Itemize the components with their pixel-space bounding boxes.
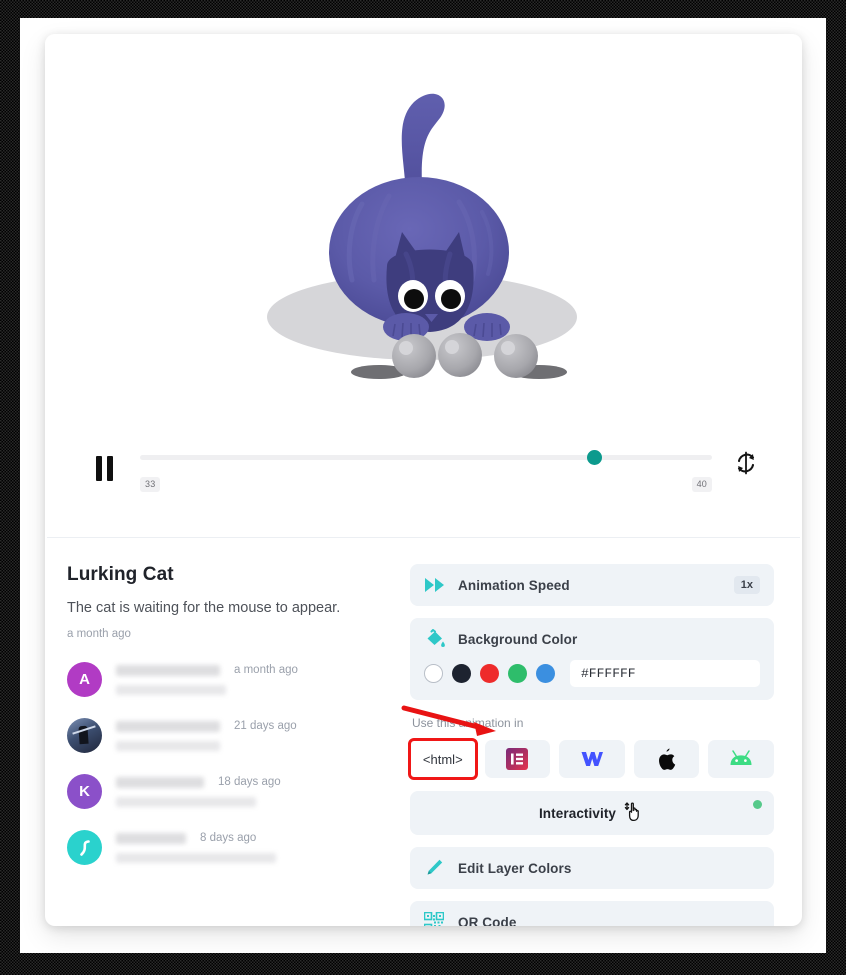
swatch-green[interactable] [508, 664, 527, 683]
interactivity-panel: Interactivity [410, 791, 774, 835]
comment-content: a month ago [116, 662, 392, 695]
swatch-red[interactable] [480, 664, 499, 683]
edit-layer-colors-label: Edit Layer Colors [458, 860, 572, 876]
color-swatch-row [410, 660, 774, 687]
frame-start-label: 33 [140, 477, 161, 492]
webflow-icon [581, 752, 603, 766]
comment-body-redacted [116, 741, 220, 751]
s-curve-icon [79, 839, 90, 856]
details-column: Lurking Cat The cat is waiting for the m… [45, 564, 402, 926]
qr-code-panel: QR Code [410, 901, 774, 926]
animation-date: a month ago [67, 628, 131, 640]
comment-content: 21 days ago [116, 718, 392, 751]
background-color-label: Background Color [458, 631, 578, 647]
platform-button-webflow[interactable] [559, 740, 625, 778]
qr-code-icon [424, 912, 448, 926]
comment-body-redacted [116, 797, 256, 807]
comment-content: 18 days ago [116, 774, 392, 807]
pause-bar-left [96, 456, 102, 481]
pencil-icon [424, 858, 448, 878]
interactivity-row[interactable]: Interactivity [410, 791, 774, 835]
animation-title: Lurking Cat [67, 564, 174, 585]
avatar-initial: A [79, 671, 90, 688]
swatch-blue[interactable] [536, 664, 555, 683]
platform-row: <html> [408, 738, 774, 780]
animation-speed-panel: Animation Speed 1x [410, 564, 774, 606]
comment-author-redacted [116, 776, 204, 788]
playback-bar: 33 40 [45, 437, 802, 537]
lurking-cat-illustration [266, 93, 577, 379]
cat-stage [45, 34, 802, 437]
frame-end-label: 40 [691, 477, 712, 492]
comment-body-redacted [116, 685, 226, 695]
avatar[interactable]: K [67, 774, 102, 809]
comment-header: 21 days ago [116, 720, 392, 732]
comment-content: 8 days ago [116, 830, 392, 863]
edit-layer-colors-panel: Edit Layer Colors [410, 847, 774, 889]
swatch-white[interactable] [424, 664, 443, 683]
controls-column: Animation Speed 1x Background Color #FFF… [402, 564, 802, 926]
timeline-thumb[interactable] [587, 450, 603, 465]
platform-button-html[interactable]: <html> [408, 738, 478, 780]
card-body: Lurking Cat The cat is waiting for the m… [45, 538, 802, 926]
loop-icon[interactable] [732, 449, 760, 477]
qr-code-label: QR Code [458, 914, 517, 927]
comment-author-redacted [116, 832, 186, 844]
animation-detail-card: 33 40 Lurking Cat The cat is waiting for… [45, 34, 802, 926]
comment-time: 18 days ago [218, 776, 281, 788]
platform-button-android[interactable] [708, 740, 774, 778]
timeline-track[interactable] [140, 450, 712, 465]
hex-color-input[interactable] [570, 660, 760, 687]
comment-item: A a month ago [67, 662, 392, 697]
platform-button-apple[interactable] [633, 740, 700, 778]
avatar[interactable] [67, 718, 102, 753]
comment-header: 8 days ago [116, 832, 392, 844]
comment-item: 8 days ago [67, 830, 392, 865]
animation-speed-value[interactable]: 1x [733, 576, 760, 594]
comment-time: 21 days ago [234, 720, 297, 732]
timeline-slider[interactable]: 33 40 [140, 450, 712, 492]
swatch-black[interactable] [452, 664, 471, 683]
animation-speed-row[interactable]: Animation Speed 1x [410, 564, 774, 606]
comment-item: K 18 days ago [67, 774, 392, 809]
interactivity-label: Interactivity [538, 805, 617, 821]
avatar[interactable] [67, 830, 102, 865]
comment-author-redacted [116, 664, 220, 676]
apple-icon [659, 748, 676, 770]
use-in-label: Use this animation in [412, 716, 524, 730]
pause-button[interactable] [91, 453, 121, 483]
platform-button-elementor[interactable] [484, 740, 551, 778]
animation-description: The cat is waiting for the mouse to appe… [67, 600, 341, 616]
elementor-icon [506, 748, 529, 770]
comment-time: 8 days ago [200, 832, 257, 844]
comment-time: a month ago [234, 664, 298, 676]
qr-code-row[interactable]: QR Code [410, 901, 774, 926]
html-tag-icon: <html> [422, 751, 463, 767]
avatar[interactable]: A [67, 662, 102, 697]
pause-bar-right [107, 456, 113, 481]
interactivity-status-dot [753, 800, 762, 809]
comment-body-redacted [116, 853, 276, 863]
background-color-row: Background Color [410, 618, 774, 660]
android-icon [730, 750, 752, 765]
comment-item: 21 days ago [67, 718, 392, 753]
comment-header: 18 days ago [116, 776, 392, 788]
pointer-hand-icon [623, 800, 645, 827]
animation-speed-label: Animation Speed [458, 577, 570, 593]
comment-header: a month ago [116, 664, 392, 676]
comment-author-redacted [116, 720, 220, 732]
animation-preview-area[interactable] [45, 34, 802, 437]
paint-bucket-icon [424, 629, 448, 649]
edit-layer-colors-row[interactable]: Edit Layer Colors [410, 847, 774, 889]
avatar-initial: K [79, 783, 90, 800]
background-color-panel: Background Color [410, 618, 774, 700]
fast-forward-icon [424, 577, 448, 593]
comments-list: A a month ago 21 days ago K 18 days ago … [67, 662, 392, 865]
